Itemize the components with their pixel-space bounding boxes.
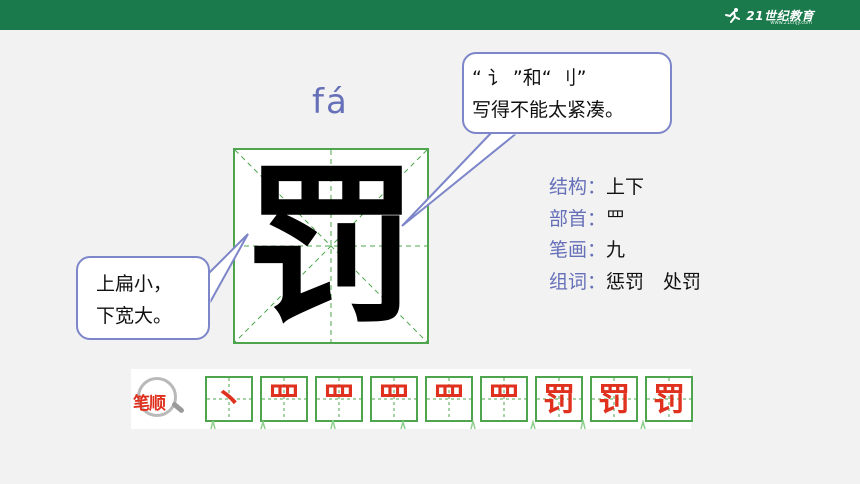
stroke-step: 罒 [480, 376, 528, 422]
stroke-step: 罚 [645, 376, 693, 422]
stroke-step-glyph: 丶 [212, 380, 245, 418]
info-key: 笔画： [549, 239, 607, 261]
info-row-structure: 结构：上下 [549, 172, 701, 204]
stroke-step-glyph: 罚 [597, 380, 630, 418]
stroke-step: 罚 [590, 376, 638, 422]
stroke-order-strip: 笔顺 丶 罒 罒 罒 罒 罒 罚 罚 罚 [131, 369, 693, 429]
info-row-radical: 部首：罒 [549, 204, 701, 236]
stroke-steps: 丶 罒 罒 罒 罒 罒 罚 罚 罚 [205, 376, 693, 422]
info-key: 组词： [549, 270, 607, 293]
tip-bubble-structure: 上扁小， 下宽大。 [76, 256, 210, 340]
stroke-order-badge: 笔顺 [133, 375, 191, 419]
tip-line: 写得不能太紧凑。 [472, 99, 625, 121]
info-key: 部首： [549, 207, 607, 230]
stroke-step: 罒 [425, 376, 473, 422]
info-value: 惩罚 处罚 [606, 270, 702, 293]
stroke-step-glyph: 罒 [487, 380, 520, 418]
character-info: 结构：上下 部首：罒 笔画：九 组词：惩罚 处罚 [549, 172, 701, 298]
stroke-step: 罒 [260, 376, 308, 422]
stroke-step-glyph: 罚 [542, 380, 575, 418]
grass-decoration [210, 419, 646, 429]
stroke-step: 丶 [205, 376, 253, 422]
stroke-step-glyph: 罚 [652, 380, 685, 418]
stroke-step-glyph: 罒 [432, 380, 465, 418]
stroke-step-glyph: 罒 [267, 380, 300, 418]
tip-line: 上扁小， [96, 273, 173, 295]
stroke-step-glyph: 罒 [377, 380, 410, 418]
tip-line: 下宽大。 [96, 305, 173, 327]
info-key: 结构： [549, 176, 607, 198]
stroke-order-label: 笔顺 [133, 394, 166, 414]
stroke-step: 罒 [315, 376, 363, 422]
tip-bubble-radicals: “ 讠 ”和“ 刂” 写得不能太紧凑。 [462, 52, 672, 134]
stroke-step: 罒 [370, 376, 418, 422]
tip-line: “ 讠 ”和“ 刂” [472, 67, 587, 89]
info-value: 上下 [606, 176, 645, 198]
info-row-strokes: 笔画：九 [549, 235, 701, 267]
stroke-step-glyph: 罒 [322, 380, 355, 418]
stroke-step: 罚 [535, 376, 583, 422]
info-value: 罒 [606, 207, 626, 230]
info-row-words: 组词：惩罚 处罚 [549, 267, 701, 299]
info-value: 九 [606, 239, 626, 261]
